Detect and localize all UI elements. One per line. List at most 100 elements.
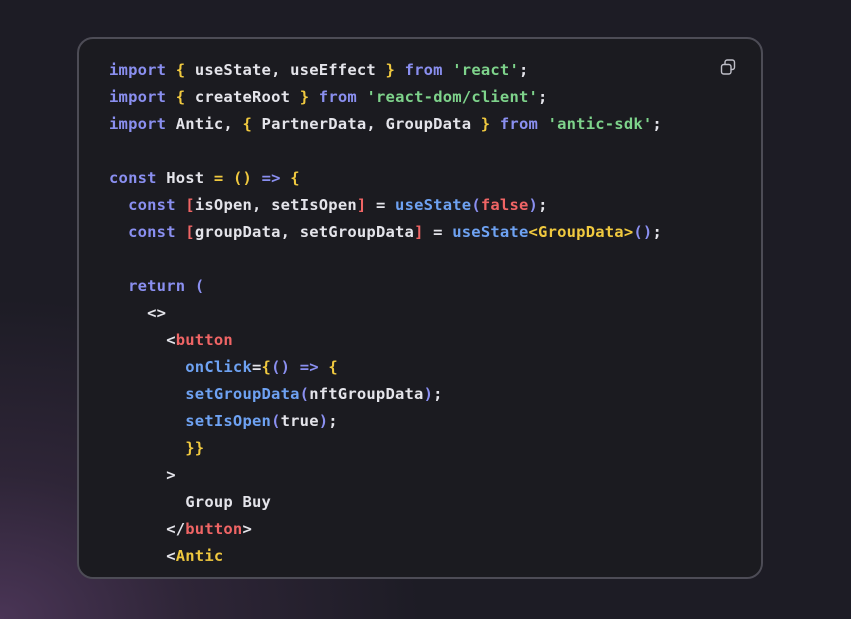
- code-token: PartnerData, GroupData: [252, 115, 481, 133]
- code-token: }: [480, 115, 491, 133]
- code-token: 'antic-sdk': [547, 115, 653, 133]
- code-block: import { useState, useEffect } from 'rea…: [77, 37, 763, 579]
- code-token: <>: [109, 304, 167, 322]
- code-token: useState: [395, 196, 472, 214]
- code-token: groupData, setGroupData: [194, 223, 415, 241]
- code-token: from: [499, 115, 539, 133]
- code-token: setIsOpen: [185, 412, 272, 430]
- code-token: const: [109, 169, 157, 187]
- code-token: [: [185, 196, 195, 214]
- code-token: false: [480, 196, 529, 214]
- code-content: import { useState, useEffect } from 'rea…: [109, 57, 721, 570]
- code-token: {: [328, 358, 338, 376]
- code-token: ;: [652, 115, 662, 133]
- code-token: true: [280, 412, 319, 430]
- copy-button[interactable]: [719, 58, 737, 76]
- code-token: [: [185, 223, 195, 241]
- code-token: 'react-dom/client': [366, 88, 539, 106]
- code-line: </button>: [109, 516, 721, 543]
- code-token: ): [423, 385, 434, 403]
- code-token: (: [299, 385, 310, 403]
- code-token: =: [423, 223, 453, 241]
- code-token: ;: [538, 88, 548, 106]
- code-token: Host: [156, 169, 214, 187]
- code-token: Group Buy: [109, 493, 272, 511]
- code-token: =>: [299, 358, 319, 376]
- code-token: {: [290, 169, 300, 187]
- code-token: =: [366, 196, 396, 214]
- code-token: ;: [518, 61, 529, 79]
- code-token: return: [128, 277, 186, 295]
- code-token: 'react': [452, 61, 519, 79]
- code-token: (: [271, 412, 281, 430]
- code-token: ;: [652, 223, 662, 241]
- code-token: {: [175, 61, 186, 79]
- code-line: return (: [109, 273, 721, 300]
- code-token: {: [175, 88, 186, 106]
- code-line: }}: [109, 435, 721, 462]
- code-token: ]: [356, 196, 367, 214]
- code-line: const [isOpen, setIsOpen] = useState(fal…: [109, 192, 721, 219]
- code-token: </: [109, 520, 186, 538]
- code-token: import: [109, 88, 167, 106]
- code-line: Group Buy: [109, 489, 721, 516]
- code-token: ]: [414, 223, 424, 241]
- code-token: isOpen, setIsOpen: [194, 196, 357, 214]
- code-token: from: [318, 88, 357, 106]
- code-line: >: [109, 462, 721, 489]
- code-line: <>: [109, 300, 721, 327]
- code-token: Antic,: [166, 115, 243, 133]
- code-line: const [groupData, setGroupData] = useSta…: [109, 219, 721, 246]
- code-token: import: [109, 115, 167, 133]
- code-token: const: [128, 196, 176, 214]
- code-token: (): [271, 358, 291, 376]
- code-token: =: [213, 169, 224, 187]
- code-token: =>: [261, 169, 281, 187]
- code-token: import: [109, 61, 167, 79]
- code-token: onClick: [185, 358, 252, 376]
- code-token: ): [528, 196, 539, 214]
- code-token: button: [185, 520, 243, 538]
- code-token: ;: [328, 412, 338, 430]
- code-token: =: [252, 358, 262, 376]
- code-line: onClick={() => {: [109, 354, 721, 381]
- code-line: import { useState, useEffect } from 'rea…: [109, 57, 721, 84]
- code-token: {: [261, 358, 272, 376]
- code-line: import { createRoot } from 'react-dom/cl…: [109, 84, 721, 111]
- code-token: ): [318, 412, 329, 430]
- code-line: setGroupData(nftGroupData);: [109, 381, 721, 408]
- code-token: button: [175, 331, 233, 349]
- code-token: }: [299, 88, 310, 106]
- code-token: <: [109, 331, 176, 349]
- overflow-fade: [79, 559, 761, 577]
- code-token: useState: [452, 223, 529, 241]
- code-line: <button: [109, 327, 721, 354]
- code-token: >: [109, 466, 176, 484]
- code-token: <GroupData>: [528, 223, 634, 241]
- code-line: const Host = () => {: [109, 165, 721, 192]
- code-token: const: [128, 223, 176, 241]
- copy-icon: [720, 59, 736, 75]
- code-token: >: [242, 520, 253, 538]
- code-line: import Antic, { PartnerData, GroupData }…: [109, 111, 721, 138]
- code-token: (): [633, 223, 653, 241]
